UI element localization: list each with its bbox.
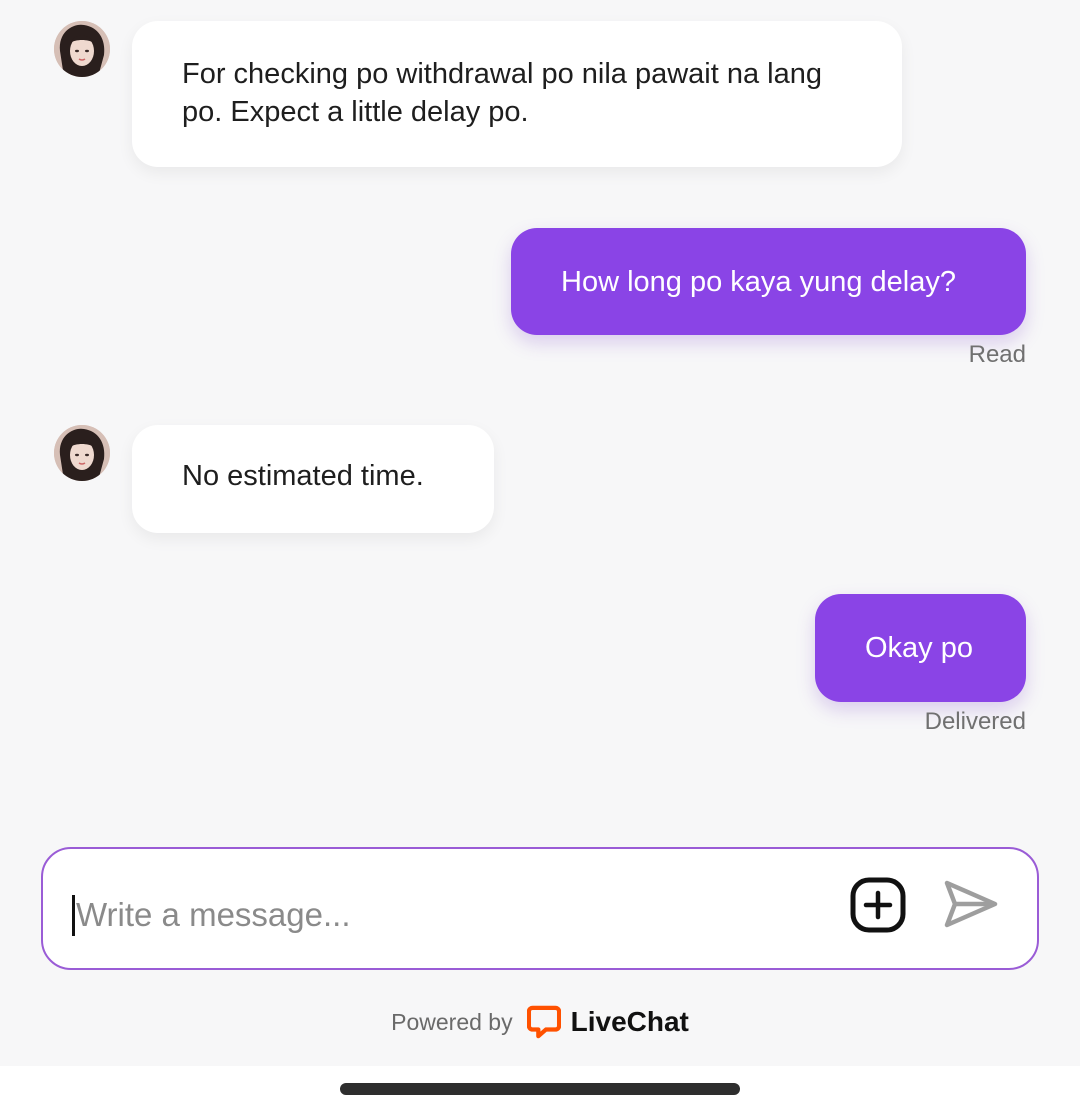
agent-message-bubble: For checking po withdrawal po nila pawai…: [132, 21, 902, 167]
agent-avatar: [54, 21, 110, 77]
message-status-read: Read: [968, 341, 1026, 368]
send-button[interactable]: [941, 875, 999, 933]
visitor-message-text: Okay po: [865, 632, 973, 664]
livechat-logo-icon: [526, 1005, 561, 1039]
add-attachment-button[interactable]: [850, 877, 906, 933]
system-navigation-bar: [0, 1066, 1080, 1112]
brand-name: LiveChat: [570, 1006, 689, 1037]
home-indicator[interactable]: [340, 1083, 740, 1095]
add-attachment-icon: [850, 877, 906, 933]
message-status-delivered: Delivered: [924, 708, 1026, 735]
agent-message-bubble: No estimated time.: [132, 425, 494, 533]
agent-message-text: No estimated time.: [182, 460, 424, 492]
agent-message-text: For checking po withdrawal po nila pawai…: [182, 58, 822, 128]
message-composer[interactable]: [41, 847, 1039, 970]
powered-by-label: Powered by: [391, 1008, 513, 1035]
agent-avatar: [54, 425, 110, 481]
send-icon: [944, 880, 998, 928]
message-input[interactable]: [74, 885, 818, 945]
powered-by-footer: Powered by LiveChat: [0, 1000, 1080, 1044]
visitor-message-text: How long po kaya yung delay?: [561, 265, 956, 298]
visitor-message-bubble: Okay po: [815, 594, 1026, 702]
visitor-message-bubble: How long po kaya yung delay?: [511, 228, 1026, 335]
livechat-brand-link[interactable]: LiveChat: [526, 1005, 689, 1039]
